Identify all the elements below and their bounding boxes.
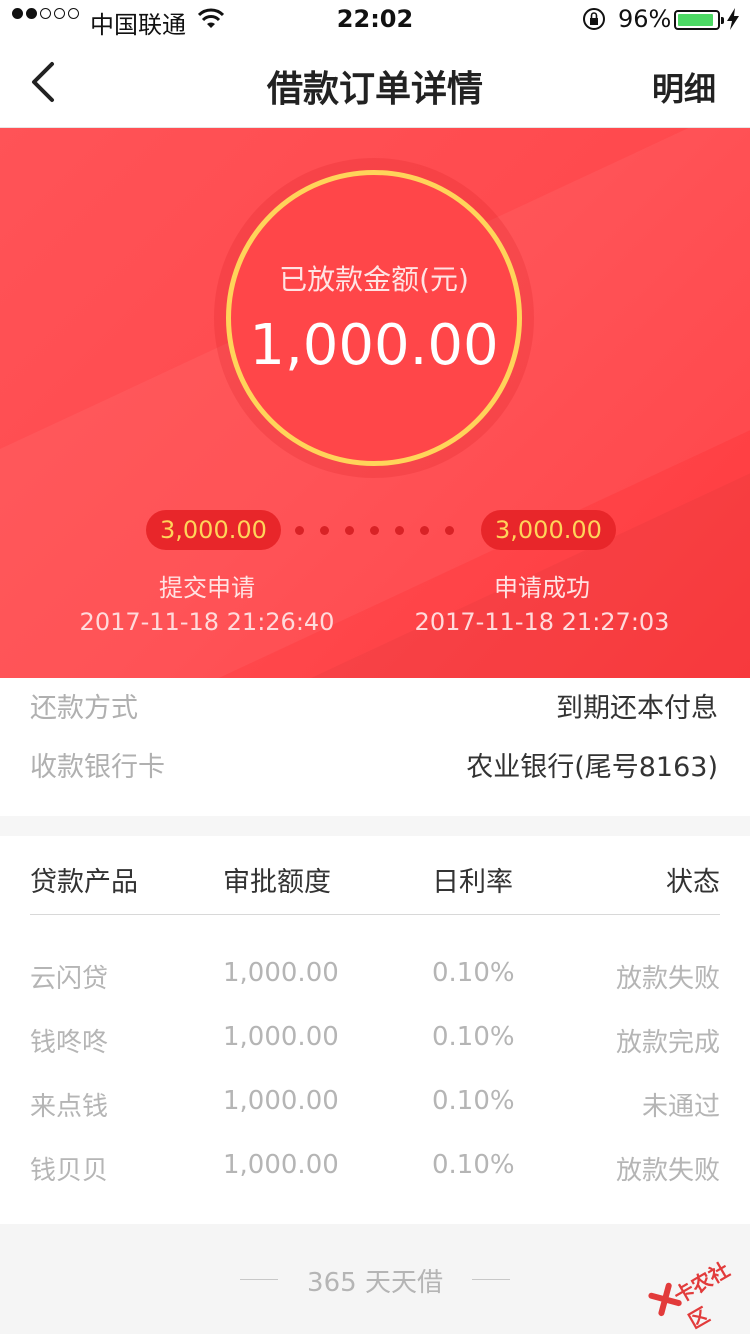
table-header-divider	[30, 914, 720, 915]
cell-product: 来点钱	[30, 1092, 109, 1122]
step-success-time: 2017-11-18 21:27:03	[414, 608, 670, 636]
detail-button[interactable]: 明细	[652, 64, 716, 110]
info-value: 农业银行(尾号8163)	[466, 752, 718, 783]
header-rate: 日利率	[432, 867, 513, 898]
step-success-label: 申请成功	[494, 574, 590, 602]
loan-info-section: 还款方式 到期还本付息 收款银行卡 农业银行(尾号8163)	[0, 678, 750, 816]
cell-amount: 1,000.00	[223, 1022, 339, 1052]
nav-bar: 借款订单详情 明细	[0, 40, 750, 128]
cell-amount: 1,000.00	[223, 1086, 339, 1116]
disbursed-amount-label: 已放款金额(元)	[279, 263, 469, 296]
progress-dots	[295, 526, 457, 536]
table-header: 贷款产品 审批额度 日利率 状态	[30, 860, 720, 900]
cell-status: 放款完成	[615, 1028, 720, 1058]
cell-product: 钱咚咚	[30, 1028, 109, 1058]
orientation-lock-icon	[583, 8, 605, 30]
table-row: 来点钱 1,000.00 0.10% 未通过	[30, 1086, 720, 1126]
disbursed-amount-value: 1,000.00	[249, 313, 499, 378]
step-submit-label: 提交申请	[159, 574, 255, 602]
cell-status: 放款失败	[615, 964, 720, 994]
cell-status: 放款失败	[615, 1156, 720, 1186]
cell-amount: 1,000.00	[223, 958, 339, 988]
step-success-amount: 3,000.00	[481, 510, 616, 550]
header-amount: 审批额度	[223, 867, 331, 898]
bank-card-row: 收款银行卡 农业银行(尾号8163)	[30, 745, 718, 785]
cell-rate: 0.10%	[432, 1086, 515, 1116]
cell-rate: 0.10%	[432, 1150, 515, 1180]
cell-rate: 0.10%	[432, 1022, 515, 1052]
table-row: 钱贝贝 1,000.00 0.10% 放款失败	[30, 1150, 720, 1190]
battery-icon	[674, 10, 724, 30]
table-row: 云闪贷 1,000.00 0.10% 放款失败	[30, 958, 720, 998]
cell-rate: 0.10%	[432, 958, 515, 988]
battery-percent: 96%	[618, 5, 672, 33]
header-product: 贷款产品	[30, 867, 138, 898]
cell-amount: 1,000.00	[223, 1150, 339, 1180]
cell-product: 云闪贷	[30, 964, 109, 994]
info-key: 收款银行卡	[30, 752, 165, 783]
loan-product-table: 贷款产品 审批额度 日利率 状态 云闪贷 1,000.00 0.10% 放款失败…	[0, 836, 750, 1224]
section-divider	[0, 816, 750, 836]
table-row: 钱咚咚 1,000.00 0.10% 放款完成	[30, 1022, 720, 1062]
info-key: 还款方式	[30, 693, 138, 724]
step-submit-amount: 3,000.00	[146, 510, 281, 550]
cell-status: 未通过	[641, 1092, 720, 1122]
loan-summary-hero: 已放款金额(元) 1,000.00 3,000.00 3,000.00 提交申请…	[0, 128, 750, 678]
info-value: 到期还本付息	[556, 693, 718, 724]
step-submit-time: 2017-11-18 21:26:40	[79, 608, 335, 636]
cell-product: 钱贝贝	[30, 1156, 109, 1186]
footer-rule-right	[472, 1279, 510, 1280]
status-bar: 中国联通 22:02 96%	[0, 0, 750, 40]
page-title: 借款订单详情	[266, 69, 483, 110]
charging-bolt-icon	[727, 8, 739, 30]
repayment-method-row: 还款方式 到期还本付息	[30, 686, 718, 726]
header-status: 状态	[666, 867, 720, 898]
